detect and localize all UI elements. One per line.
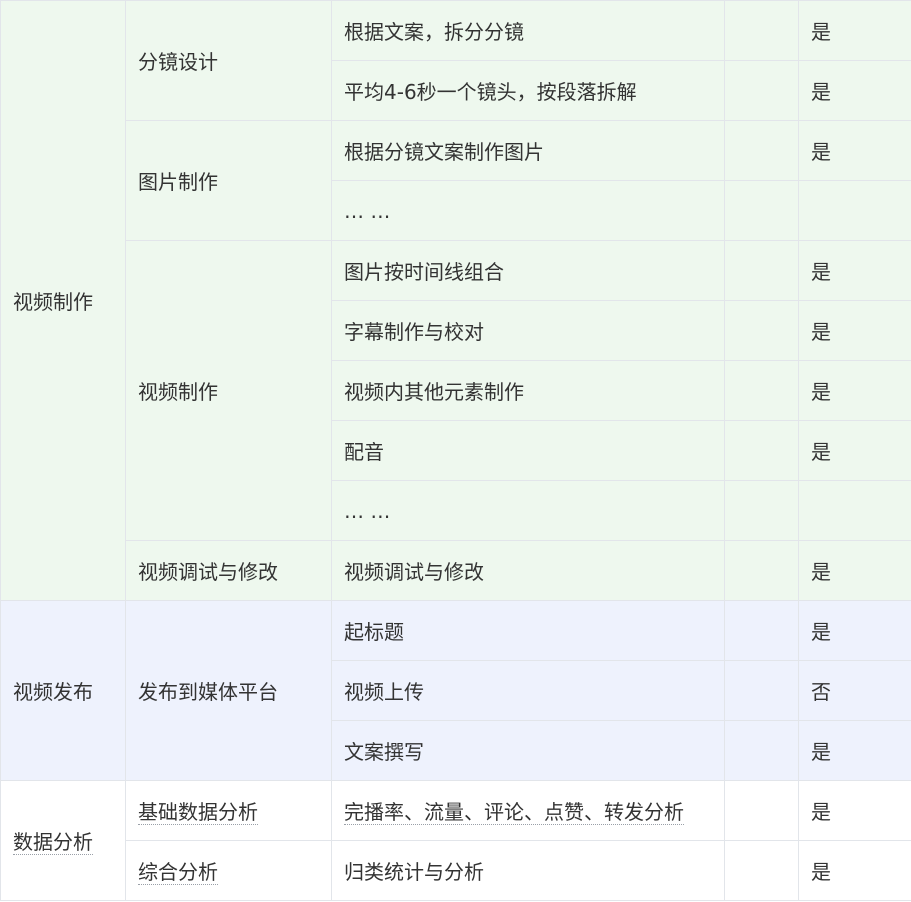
table-row: 图片制作 根据分镜文案制作图片 是: [1, 120, 911, 241]
task-text: 完播率、流量、评论、点赞、转发分析: [331, 780, 725, 841]
task-text: 视频调试与修改: [331, 540, 725, 601]
task-result: 是: [798, 60, 911, 121]
task-result: 是: [798, 540, 911, 601]
group-title-basic-analysis: 基础数据分析: [125, 780, 332, 841]
task-result: 是: [798, 840, 911, 901]
task-text: 图片按时间线组合: [331, 240, 725, 301]
task-text: 视频上传: [331, 660, 725, 721]
table-row: 综合分析 归类统计与分析 是: [1, 840, 911, 901]
task-note: [724, 660, 799, 721]
task-result: 是: [798, 0, 911, 61]
task-result: 是: [798, 600, 911, 661]
section-title-video-production: 视频制作: [0, 0, 126, 601]
task-text: 视频内其他元素制作: [331, 360, 725, 421]
task-note: [724, 120, 799, 181]
task-result: 是: [798, 720, 911, 781]
task-note: [724, 840, 799, 901]
section-title-text: 数据分析: [13, 830, 93, 855]
task-result: 否: [798, 660, 911, 721]
workflow-table: 视频制作 分镜设计 根据文案，拆分分镜 是 平均4-6秒一个镜头，按段落拆解 是…: [0, 0, 911, 901]
task-note: [724, 0, 799, 61]
task-note: [724, 60, 799, 121]
group-title-debug: 视频调试与修改: [125, 540, 332, 601]
task-note: [724, 300, 799, 361]
task-text: 根据分镜文案制作图片: [331, 120, 725, 181]
task-result: 是: [798, 360, 911, 421]
group-title-image-production: 图片制作: [125, 120, 332, 241]
task-result: 是: [798, 240, 911, 301]
task-text: … …: [331, 180, 725, 241]
task-note: [724, 180, 799, 241]
task-text: 文案撰写: [331, 720, 725, 781]
task-text: 平均4-6秒一个镜头，按段落拆解: [331, 60, 725, 121]
task-text: 字幕制作与校对: [331, 300, 725, 361]
task-note: [724, 780, 799, 841]
table-row: 视频发布 发布到媒体平台 起标题 是: [0, 600, 911, 781]
section-title-video-publish: 视频发布: [0, 600, 126, 781]
group-title-video-production: 视频制作: [125, 240, 332, 541]
group-title-text: 基础数据分析: [138, 800, 258, 825]
task-text-inner: 完播率、流量、评论、点赞、转发分析: [344, 800, 684, 825]
task-result: 是: [798, 780, 911, 841]
task-text: … …: [331, 480, 725, 541]
task-result: 是: [798, 120, 911, 181]
task-note: [724, 240, 799, 301]
table-row: 视频调试与修改 视频调试与修改 是: [1, 540, 911, 601]
group-title-text: 综合分析: [138, 860, 218, 885]
task-note: [724, 600, 799, 661]
task-note: [724, 360, 799, 421]
task-result: [798, 180, 911, 241]
table-row: 视频制作 分镜设计 根据文案，拆分分镜 是: [0, 0, 911, 601]
task-text: 归类统计与分析: [331, 840, 725, 901]
task-text: 根据文案，拆分分镜: [331, 0, 725, 61]
task-text: 配音: [331, 420, 725, 481]
task-note: [724, 480, 799, 541]
group-title-comprehensive-analysis: 综合分析: [125, 840, 332, 901]
task-note: [724, 420, 799, 481]
table-row: 数据分析 基础数据分析 完播率、流量、评论、点赞、转发分析 是: [0, 780, 911, 901]
group-title-storyboard: 分镜设计: [125, 0, 332, 121]
task-result: 是: [798, 420, 911, 481]
group-title-publish-platform: 发布到媒体平台: [125, 600, 332, 781]
task-result: 是: [798, 300, 911, 361]
section-title-data-analysis: 数据分析: [0, 780, 126, 901]
task-note: [724, 720, 799, 781]
table-row: 视频制作 图片按时间线组合 是: [1, 240, 911, 541]
task-note: [724, 540, 799, 601]
task-result: [798, 480, 911, 541]
task-text: 起标题: [331, 600, 725, 661]
